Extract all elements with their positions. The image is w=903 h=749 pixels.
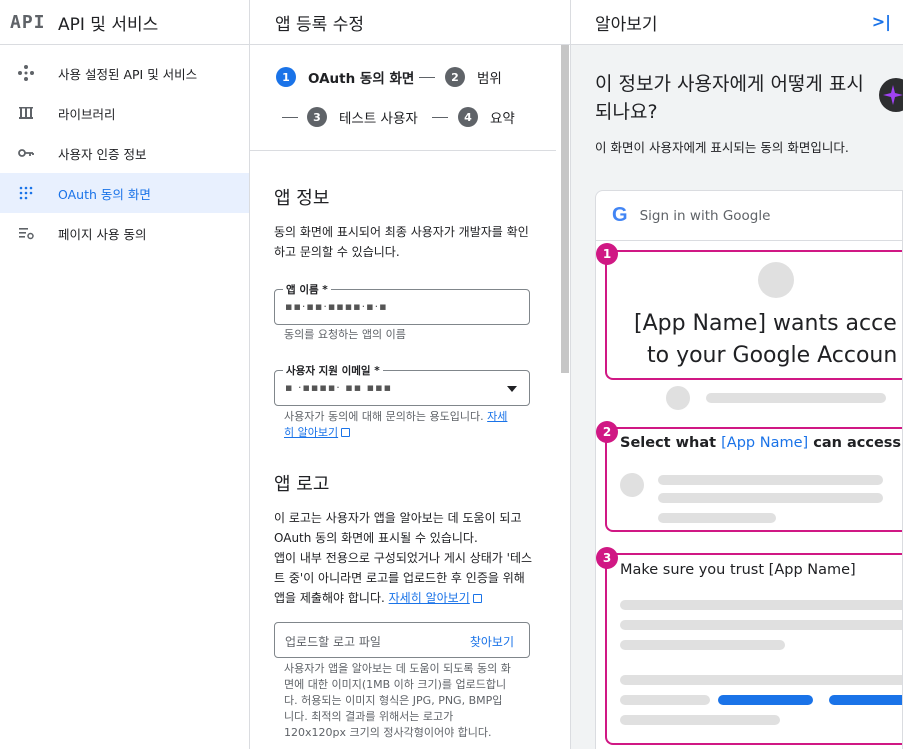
app-info-desc: 동의 화면에 표시되어 최종 사용자가 개발자를 확인하고 문의할 수 있습니다… xyxy=(274,225,529,259)
browse-button[interactable]: 찾아보기 xyxy=(470,633,514,650)
nav-item-credentials[interactable]: 사용자 인증 정보 xyxy=(0,133,249,173)
nav-item-page-consent[interactable]: 페이지 사용 동의 xyxy=(0,213,249,253)
preview-trust-text: Make sure you trust [App Name] xyxy=(620,562,856,578)
placeholder-link-line xyxy=(718,695,813,705)
side-nav: API API 및 서비스 사용 설정된 API 및 서비스 라이브러리 사용자… xyxy=(0,0,250,749)
step-summary[interactable]: 4 요약 xyxy=(458,107,515,127)
nav-item-enabled-apis[interactable]: 사용 설정된 API 및 서비스 xyxy=(0,53,249,93)
nav-label: 사용 설정된 API 및 서비스 xyxy=(58,66,198,82)
user-avatar-placeholder xyxy=(666,386,690,410)
app-name-hint: 동의를 요청하는 앱의 이름 xyxy=(284,328,406,341)
step-divider xyxy=(419,77,435,78)
placeholder-line xyxy=(620,600,902,610)
preview-select-post: can access xyxy=(808,435,902,451)
step-number: 3 xyxy=(307,107,327,127)
scrollbar[interactable] xyxy=(561,45,569,373)
placeholder-line xyxy=(706,393,886,403)
placeholder-line xyxy=(658,475,883,485)
chevron-down-icon xyxy=(507,386,517,392)
external-link-icon xyxy=(341,428,351,437)
preview-select-text: Select what [App Name] can access xyxy=(620,435,901,451)
support-email-hint: 사용자가 동의에 대해 문의하는 용도입니다. 자세히 알아보기 xyxy=(284,409,514,441)
step-divider xyxy=(432,117,448,118)
nav-title: API 및 서비스 xyxy=(58,14,159,35)
google-g-icon: G xyxy=(612,204,628,226)
preview-question: 이 정보가 사용자에게 어떻게 표시되나요? xyxy=(595,73,864,123)
oauth-icon xyxy=(19,186,33,200)
key-icon xyxy=(18,149,34,157)
preview-select-app: [App Name] xyxy=(721,435,809,451)
step-oauth[interactable]: 1 OAuth 동의 화면 xyxy=(276,67,414,87)
library-icon xyxy=(19,107,33,119)
consent-preview: G Sign in with Google 1 [App Name] wants… xyxy=(595,190,903,749)
nav-label: 페이지 사용 동의 xyxy=(58,226,147,242)
preview-account-text: to your Google Accoun xyxy=(647,343,898,368)
placeholder-line xyxy=(620,695,710,705)
preview-step-3: 3 xyxy=(596,547,618,569)
logo-upload-placeholder: 업로드할 로고 파일 xyxy=(285,635,381,649)
nav-label: 라이브러리 xyxy=(58,106,116,122)
nav-label: OAuth 동의 화면 xyxy=(58,186,151,202)
placeholder-line xyxy=(658,513,776,523)
step-label: OAuth 동의 화면 xyxy=(308,71,415,87)
app-name-value: ▪▪·▪▪·▪▪▪▪·▪·▪ xyxy=(285,300,388,313)
support-email-select[interactable]: 사용자 지원 이메일 * ▪ ·▪▪▪▪· ▪▪ ▪▪▪ xyxy=(274,363,530,406)
app-avatar-placeholder xyxy=(758,262,794,298)
logo-learn-more-link[interactable]: 자세히 알아보기 xyxy=(389,591,470,605)
placeholder-line xyxy=(620,715,780,725)
app-logo-heading: 앱 로고 xyxy=(274,474,330,495)
app-name-label: 앱 이름 * xyxy=(283,282,331,297)
api-logo: API xyxy=(10,11,46,33)
stepper: 1 OAuth 동의 화면 2 범위 3 테스트 사용자 4 요약 xyxy=(250,45,556,151)
placeholder-link-line xyxy=(829,695,902,705)
placeholder-line xyxy=(620,620,902,630)
external-link-icon xyxy=(472,594,482,603)
app-info-heading: 앱 정보 xyxy=(274,188,330,209)
step-test-users[interactable]: 3 테스트 사용자 xyxy=(307,107,418,127)
scope-icon-placeholder xyxy=(620,473,644,497)
diamond-icon xyxy=(18,65,34,81)
app-info-section: 앱 정보 동의 화면에 표시되어 최종 사용자가 개발자를 확인하고 문의할 수… xyxy=(274,160,534,262)
preview-wants-text: [App Name] wants acce xyxy=(634,311,897,336)
gemini-sparkle-icon[interactable] xyxy=(879,78,903,112)
support-email-hint-text: 사용자가 동의에 대해 문의하는 용도입니다. xyxy=(284,410,484,423)
nav-label: 사용자 인증 정보 xyxy=(58,146,147,162)
collapse-panel-icon[interactable]: >| xyxy=(872,12,891,31)
step-divider xyxy=(282,117,298,118)
step-label: 테스트 사용자 xyxy=(339,111,418,127)
preview-question-desc: 이 화면이 사용자에게 표시되는 동의 화면입니다. xyxy=(595,140,849,155)
placeholder-line xyxy=(658,493,883,503)
step-scopes[interactable]: 2 범위 xyxy=(445,67,502,87)
step-number: 1 xyxy=(276,67,296,87)
google-sign-in-bar: G Sign in with Google xyxy=(596,191,902,241)
nav-item-library[interactable]: 라이브러리 xyxy=(0,93,249,133)
step-number: 2 xyxy=(445,67,465,87)
nav-header: API API 및 서비스 xyxy=(0,0,249,45)
step-label: 범위 xyxy=(477,71,502,87)
preview-select-pre: Select what xyxy=(620,435,722,451)
app-logo-desc-2: 앱이 내부 전용으로 구성되었거나 게시 상태가 '테스트 중'이 아니라면 로… xyxy=(274,548,534,608)
placeholder-line xyxy=(620,675,902,685)
support-email-value: ▪ ·▪▪▪▪· ▪▪ ▪▪▪ xyxy=(285,381,393,394)
nav-item-oauth-consent[interactable]: OAuth 동의 화면 xyxy=(0,173,249,213)
preview-step-2: 2 xyxy=(596,421,618,443)
step-label: 요약 xyxy=(490,111,515,127)
app-logo-desc: 이 로고는 사용자가 앱을 알아보는 데 도움이 되고 OAuth 동의 화면에… xyxy=(274,511,522,545)
support-email-label: 사용자 지원 이메일 * xyxy=(283,363,383,378)
app-logo-section: 앱 로고 이 로고는 사용자가 앱을 알아보는 데 도움이 되고 OAuth 동… xyxy=(274,446,534,608)
logo-upload-hint: 사용자가 앱을 알아보는 데 도움이 되도록 동의 화면에 대한 이미지(1MB… xyxy=(284,662,511,739)
placeholder-line xyxy=(620,640,785,650)
app-name-field[interactable]: 앱 이름 * ▪▪·▪▪·▪▪▪▪·▪·▪ xyxy=(274,282,530,325)
page-title: 앱 등록 수정 xyxy=(250,0,570,45)
sign-in-text: Sign in with Google xyxy=(639,207,771,224)
preview-step-1: 1 xyxy=(596,243,618,265)
learn-panel-header: 알아보기 >| xyxy=(571,0,903,45)
learn-panel-title: 알아보기 xyxy=(595,14,658,35)
step-number: 4 xyxy=(458,107,478,127)
logo-upload-field[interactable]: 업로드할 로고 파일 찾아보기 xyxy=(274,622,530,658)
settings-list-icon xyxy=(19,228,34,240)
